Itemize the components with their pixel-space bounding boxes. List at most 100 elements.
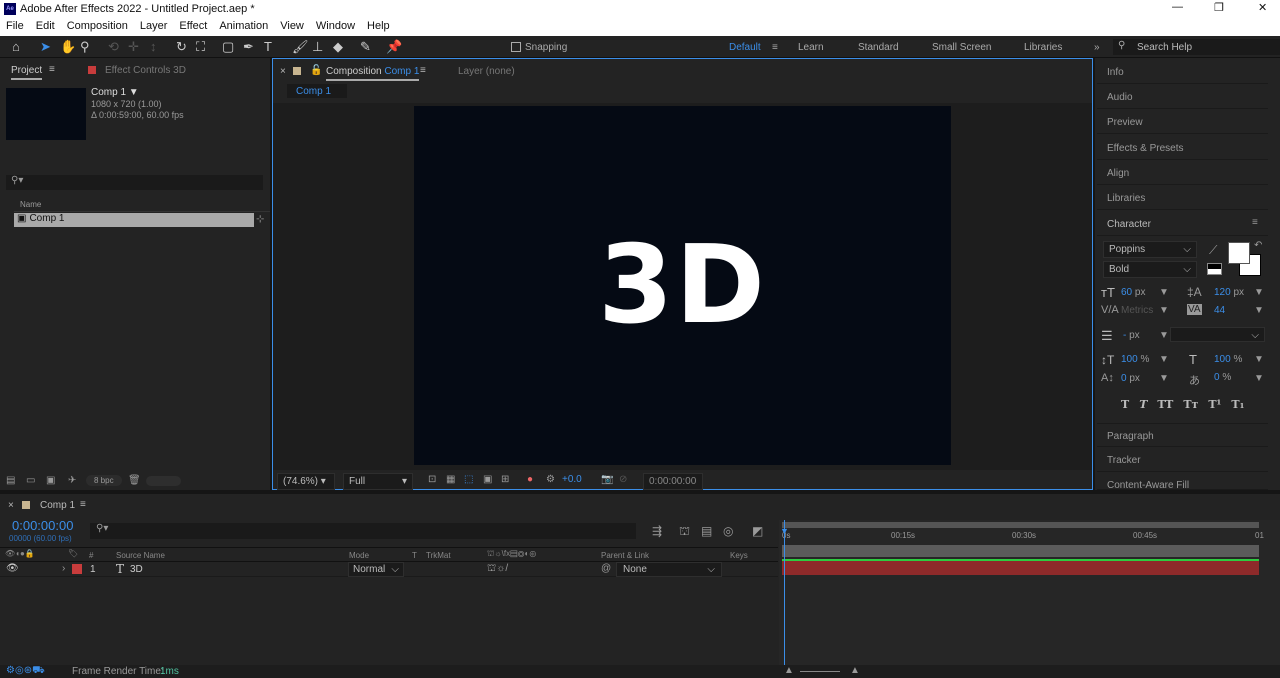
panel-info[interactable]: Info	[1097, 60, 1268, 84]
clone-stamp-icon[interactable]: ⊥	[312, 39, 323, 55]
horizontal-scale-value[interactable]: 100	[1214, 354, 1231, 365]
search-help-input[interactable]: ⚲ Search Help	[1113, 39, 1280, 55]
composition-canvas[interactable]: 3D	[414, 106, 951, 465]
minimize-button[interactable]: —	[1172, 1, 1183, 13]
black-white-swatch[interactable]	[1207, 263, 1222, 275]
orbit-tool-icon[interactable]: ⟲	[108, 39, 119, 55]
faux-italic-button[interactable]: T	[1139, 398, 1147, 411]
resolution-select[interactable]: Full ▾	[343, 473, 413, 490]
panel-audio[interactable]: Audio	[1097, 85, 1268, 109]
tracking-value[interactable]: 44	[1214, 305, 1225, 316]
layer-duration-bar[interactable]	[782, 561, 1259, 575]
expand-chevron-icon[interactable]: ›	[62, 563, 65, 574]
puppet-pin-icon[interactable]: 📌	[386, 39, 402, 55]
close-tab-icon[interactable]: ×	[8, 500, 14, 511]
num-column-header[interactable]: #	[89, 551, 93, 560]
menu-help[interactable]: Help	[361, 18, 396, 36]
subscript-button[interactable]: T₁	[1231, 398, 1244, 411]
thumbnail-slider[interactable]	[146, 476, 181, 486]
tsume-value[interactable]: 0	[1214, 372, 1220, 383]
lock-icon[interactable]: 🔓	[310, 65, 322, 76]
baseline-shift-value[interactable]: 0	[1121, 373, 1127, 384]
menu-file[interactable]: File	[0, 18, 30, 36]
eyedropper-icon[interactable]: ⟋	[1209, 243, 1217, 258]
show-snapshot-icon[interactable]: ⊘	[619, 474, 627, 485]
roto-brush-icon[interactable]: ✎	[360, 39, 371, 55]
parent-select[interactable]: None ⌵	[616, 562, 722, 577]
font-family-select[interactable]: Poppins ⌵	[1103, 241, 1197, 258]
workspace-default[interactable]: Default	[729, 42, 761, 53]
breadcrumb-comp1[interactable]: Comp 1	[287, 84, 347, 98]
pen-tool-icon[interactable]: ✒	[243, 39, 254, 55]
tab-timeline-comp1[interactable]: Comp 1	[40, 500, 75, 511]
trkmat-column-header[interactable]: TrkMat	[426, 551, 451, 560]
more-workspaces-icon[interactable]: »	[1094, 42, 1100, 53]
hide-shy-layers-icon[interactable]: ▤	[701, 524, 712, 538]
stroke-width-value[interactable]: -	[1123, 330, 1126, 341]
t-column-header[interactable]: T	[412, 551, 417, 560]
panel-menu-icon[interactable]: ≡	[420, 65, 426, 76]
workspace-menu-icon[interactable]: ≡	[772, 42, 778, 53]
menu-animation[interactable]: Animation	[213, 18, 274, 36]
blend-mode-select[interactable]: Normal ⌵	[348, 562, 404, 577]
menu-layer[interactable]: Layer	[134, 18, 174, 36]
close-tab-icon[interactable]: ×	[280, 66, 286, 77]
layer-row[interactable]: 👁 › 1 T 3D Normal ⌵ ⛫☼/ @ None ⌵	[0, 562, 778, 577]
transparency-grid-icon[interactable]: ▦	[446, 474, 455, 485]
panel-menu-icon[interactable]: ≡	[49, 64, 55, 75]
superscript-button[interactable]: T¹	[1208, 398, 1221, 411]
menu-effect[interactable]: Effect	[173, 18, 213, 36]
layer-switches-icons[interactable]: ⛫☼/	[487, 563, 508, 576]
tab-composition[interactable]: Composition Comp 1	[326, 66, 420, 81]
panel-paragraph[interactable]: Paragraph	[1097, 423, 1268, 447]
region-of-interest-icon[interactable]: ⊡	[428, 474, 436, 485]
type-tool-icon[interactable]: T	[264, 39, 272, 54]
layer-name[interactable]: 3D	[130, 564, 143, 575]
tracking-dropdown-icon[interactable]: ▼	[1254, 305, 1264, 316]
tab-effect-controls[interactable]: Effect Controls 3D	[105, 65, 186, 76]
hscale-dropdown-icon[interactable]: ▼	[1254, 354, 1264, 365]
visibility-eye-icon[interactable]: 👁	[6, 563, 19, 574]
mask-visibility-icon[interactable]: ⬚	[464, 474, 473, 485]
close-button[interactable]: ✕	[1258, 1, 1267, 14]
text-layer-3d[interactable]: 3D	[598, 223, 767, 348]
kerning-value[interactable]: Metrics	[1121, 305, 1153, 316]
composition-flowchart-icon[interactable]: ⇶	[652, 524, 662, 538]
panel-menu-icon[interactable]: ≡	[80, 499, 86, 510]
keys-column-header[interactable]: Keys	[730, 551, 748, 560]
delete-icon[interactable]: 🗑	[128, 475, 141, 486]
render-options-icons[interactable]: ⚙◎⊛⛟	[6, 665, 45, 678]
workspace-small-screen[interactable]: Small Screen	[932, 42, 991, 53]
exposure-value[interactable]: +0.0	[562, 474, 582, 485]
anchor-tool-icon[interactable]: ⛶	[196, 39, 205, 55]
time-graph[interactable]: 0s 00:15s 00:30s 00:45s 01 ▼	[779, 520, 1280, 665]
hand-tool-icon[interactable]: ✋	[60, 39, 76, 55]
selection-tool-icon[interactable]: ➤	[40, 39, 51, 55]
draft-3d-icon[interactable]: ⛫	[679, 524, 690, 540]
graph-editor-icon[interactable]: ◩	[752, 524, 763, 538]
flowchart-icon[interactable]: ⊹	[256, 214, 264, 225]
dolly-tool-icon[interactable]: ↕	[150, 39, 157, 54]
guides-icon[interactable]: ▣	[483, 474, 492, 485]
snapping-checkbox[interactable]	[511, 42, 521, 52]
panel-preview[interactable]: Preview	[1097, 110, 1268, 134]
panel-effects-presets[interactable]: Effects & Presets	[1097, 136, 1268, 160]
maximize-button[interactable]: ❐	[1214, 1, 1224, 14]
zoom-tool-icon[interactable]: ⚲	[80, 39, 90, 55]
playhead-icon[interactable]: ▼	[780, 526, 789, 536]
swap-colors-icon[interactable]: ↶	[1254, 240, 1262, 251]
source-name-column-header[interactable]: Source Name	[116, 551, 165, 560]
kerning-dropdown-icon[interactable]: ▼	[1159, 305, 1169, 316]
timeline-search-input[interactable]: ⚲▾	[90, 523, 636, 539]
brush-tool-icon[interactable]: 🖌	[292, 39, 309, 55]
reset-exposure-icon[interactable]: ⚙	[546, 474, 555, 485]
new-composition-icon[interactable]: ▣	[46, 475, 55, 486]
magnification-select[interactable]: (74.6%) ▾	[277, 473, 335, 490]
panel-libraries[interactable]: Libraries	[1097, 186, 1268, 210]
menu-view[interactable]: View	[274, 18, 310, 36]
character-menu-icon[interactable]: ≡	[1252, 217, 1258, 228]
all-caps-button[interactable]: TT	[1157, 398, 1173, 411]
panel-tracker[interactable]: Tracker	[1097, 448, 1268, 472]
tab-project[interactable]: Project	[11, 65, 43, 80]
menu-edit[interactable]: Edit	[30, 18, 61, 36]
